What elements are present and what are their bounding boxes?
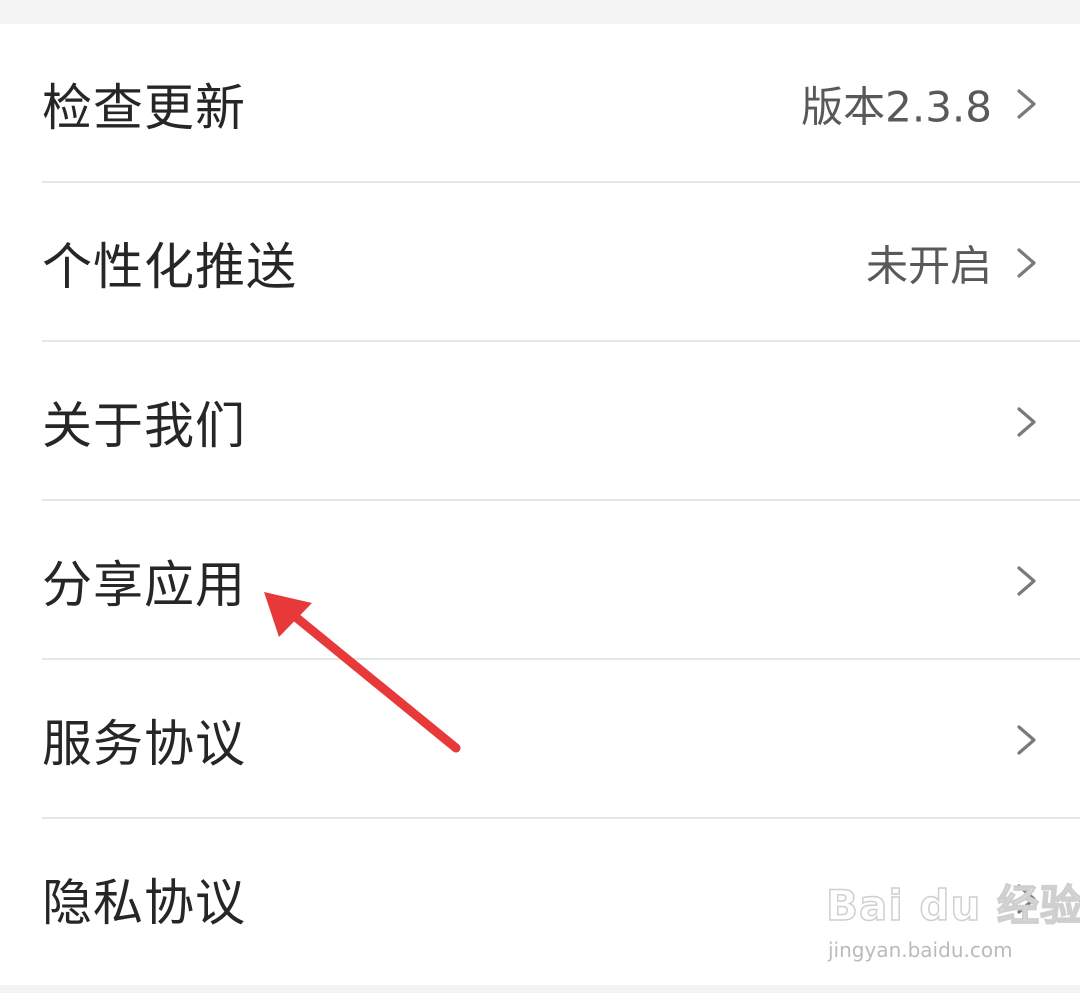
settings-item-label: 检查更新 <box>42 78 246 137</box>
settings-item-share-app[interactable]: 分享应用 <box>0 501 1080 660</box>
chevron-right-icon <box>1017 565 1036 596</box>
bottom-spacer <box>0 985 1080 993</box>
chevron-right-icon <box>1017 883 1036 914</box>
settings-item-personalized-push[interactable]: 个性化推送 未开启 <box>0 183 1080 342</box>
settings-list: 检查更新 版本2.3.8 个性化推送 未开启 关于我们 分享应用 服务协议 隐私… <box>0 24 1080 985</box>
settings-item-label: 分享应用 <box>42 555 246 614</box>
version-value: 版本2.3.8 <box>801 82 992 131</box>
chevron-right-icon <box>1017 724 1036 755</box>
chevron-right-icon <box>1017 247 1036 278</box>
chevron-right-icon <box>1017 406 1036 437</box>
settings-item-privacy-agreement[interactable]: 隐私协议 <box>0 819 1080 978</box>
settings-item-about-us[interactable]: 关于我们 <box>0 342 1080 501</box>
settings-item-label: 个性化推送 <box>42 237 297 296</box>
settings-item-service-agreement[interactable]: 服务协议 <box>0 660 1080 819</box>
settings-item-check-update[interactable]: 检查更新 版本2.3.8 <box>0 24 1080 183</box>
settings-item-label: 隐私协议 <box>42 873 246 932</box>
settings-item-label: 服务协议 <box>42 714 246 773</box>
chevron-right-icon <box>1017 88 1036 119</box>
push-status-value: 未开启 <box>865 241 992 290</box>
top-spacer <box>0 0 1080 24</box>
settings-item-label: 关于我们 <box>42 396 246 455</box>
